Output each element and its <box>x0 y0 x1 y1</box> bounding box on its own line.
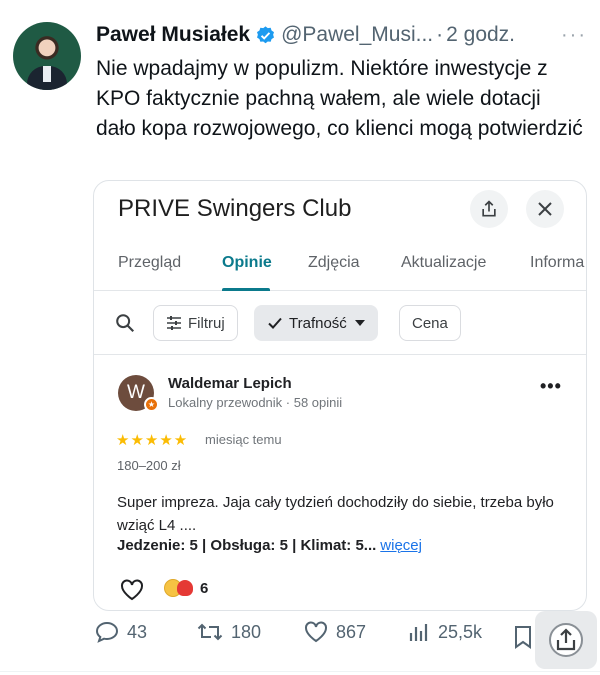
more-icon[interactable]: ··· <box>561 25 587 45</box>
tab-updates[interactable]: Aktualizacje <box>401 254 486 272</box>
reply-icon <box>95 621 119 643</box>
like-button[interactable]: 867 <box>304 621 366 643</box>
reaction-count: 6 <box>200 579 209 597</box>
filter-label: Filtruj <box>188 314 225 332</box>
tweet: Paweł Musiałek @Pawel_Musi... · 2 godz. … <box>0 0 600 675</box>
like-count: 867 <box>336 621 367 642</box>
review-text: Super impreza. Jaja cały tydzień dochodz… <box>117 494 554 534</box>
search-icon[interactable] <box>114 312 136 334</box>
tweet-time[interactable]: 2 godz. <box>446 23 515 47</box>
views-icon <box>409 624 428 641</box>
tweet-actions: 43 180 867 25,5k <box>0 621 600 655</box>
share-icon <box>549 623 583 657</box>
local-guide-badge-icon: ★ <box>144 397 159 412</box>
price-chip[interactable]: Cena <box>399 305 461 341</box>
reply-count: 43 <box>127 621 148 642</box>
reviewer-meta: Lokalny przewodnik · 58 opinii <box>168 395 343 410</box>
review-date: miesiąc temu <box>205 432 282 447</box>
sort-label: Trafność <box>289 314 347 332</box>
reviewer-name[interactable]: Waldemar Lepich <box>168 375 292 392</box>
tweet-text: Nie wpadajmy w populizm. Niektóre inwest… <box>96 57 583 140</box>
tab-overview[interactable]: Przegląd <box>118 254 181 272</box>
views-count: 25,5k <box>438 621 483 642</box>
avatar-shirt <box>43 66 51 82</box>
review-filter-bar: Filtruj Trafność Cena <box>94 291 586 355</box>
place-title: PRIVE Swingers Club <box>118 195 352 222</box>
sort-relevance-chip[interactable]: Trafność <box>254 305 378 341</box>
tab-photos[interactable]: Zdjęcia <box>308 254 360 272</box>
heart-icon <box>305 621 327 643</box>
retweet-count: 180 <box>231 621 262 642</box>
share-overlay-button[interactable] <box>535 611 597 669</box>
review-price-range: 180–200 zł <box>117 458 181 473</box>
review-attributes: Jedzenie: 5 | Obsługa: 5 | Klimat: 5... w… <box>117 537 422 554</box>
like-icon[interactable] <box>120 579 144 601</box>
heart-emoji-icon <box>177 580 193 596</box>
dropdown-icon <box>354 320 365 326</box>
retweet-button[interactable]: 180 <box>197 621 261 643</box>
filter-chip[interactable]: Filtruj <box>153 305 238 341</box>
author-handle[interactable]: @Pawel_Musi... <box>281 23 433 47</box>
close-icon <box>538 202 552 216</box>
review-tags-text: Jedzenie: 5 | Obsługa: 5 | Klimat: 5... <box>117 537 377 554</box>
embedded-screenshot-card[interactable]: PRIVE Swingers Club Przegląd Opinie Zdję… <box>93 180 587 611</box>
filter-icon <box>166 315 182 331</box>
reactions[interactable]: 6 <box>164 579 208 597</box>
close-button[interactable] <box>526 190 564 228</box>
price-label: Cena <box>412 314 448 332</box>
views-button[interactable]: 25,5k <box>408 621 482 643</box>
tab-info[interactable]: Informa <box>530 254 584 272</box>
reply-button[interactable]: 43 <box>95 621 147 643</box>
header-separator: · <box>436 23 444 46</box>
tweet-divider <box>0 671 600 672</box>
more-link[interactable]: więcej <box>380 537 422 554</box>
review-more-icon[interactable]: ••• <box>540 377 562 395</box>
author-name[interactable]: Paweł Musiałek <box>96 23 250 47</box>
share-icon <box>482 200 496 217</box>
verified-badge-icon <box>257 25 275 43</box>
place-tabs: Przegląd Opinie Zdjęcia Aktualizacje Inf… <box>94 247 586 291</box>
tweet-header: Paweł Musiałek @Pawel_Musi... · 2 godz. <box>96 22 515 48</box>
share-button[interactable] <box>470 190 508 228</box>
bookmark-icon[interactable] <box>513 625 533 649</box>
retweet-icon <box>197 623 223 641</box>
check-icon <box>267 315 283 331</box>
tab-reviews[interactable]: Opinie <box>222 254 272 272</box>
author-avatar[interactable] <box>13 22 81 90</box>
star-rating: ★★★★★ <box>116 432 189 449</box>
